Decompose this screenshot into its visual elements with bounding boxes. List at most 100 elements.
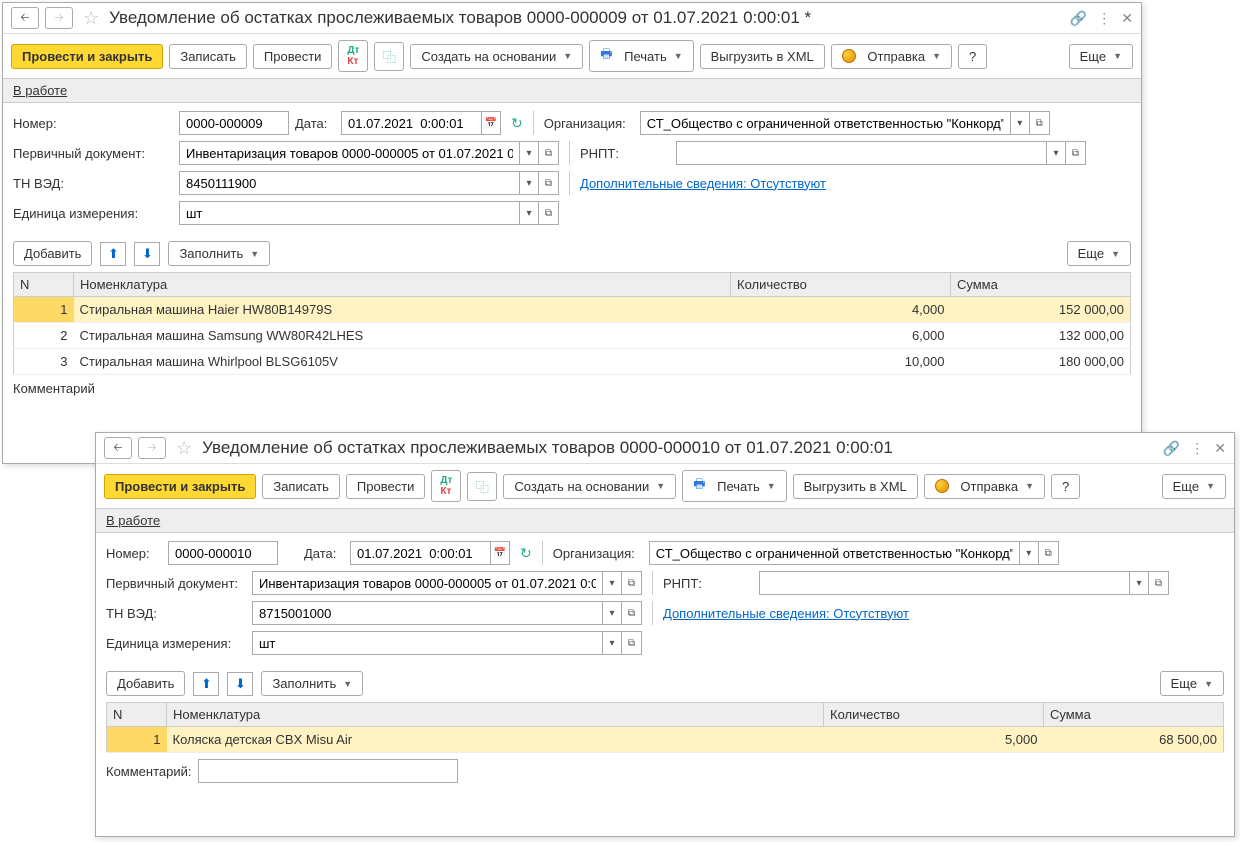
move-down-button[interactable]: ⬇ <box>134 242 160 266</box>
org-input[interactable] <box>649 541 1019 565</box>
move-up-button[interactable]: ⬆ <box>100 242 126 266</box>
dropdown-icon[interactable]: ▾ <box>602 631 622 655</box>
status-link[interactable]: В работе <box>106 513 160 528</box>
dropdown-icon[interactable]: ▾ <box>602 601 622 625</box>
dtkt-button[interactable]: ДтКт <box>338 40 368 72</box>
nav-forward-button[interactable]: 🡢 <box>138 437 166 459</box>
close-icon[interactable]: ✕ <box>1121 10 1133 27</box>
col-sum[interactable]: Сумма <box>1044 703 1224 727</box>
favorite-star-icon[interactable]: ☆ <box>176 438 192 459</box>
col-sum[interactable]: Сумма <box>951 273 1131 297</box>
move-down-button[interactable]: ⬇ <box>227 672 253 696</box>
open-icon[interactable]: ⧉ <box>1149 571 1169 595</box>
tnved-input[interactable] <box>252 601 602 625</box>
more-vert-icon[interactable]: ⋮ <box>1097 10 1111 27</box>
col-nomen[interactable]: Номенклатура <box>74 273 731 297</box>
create-on-base-button[interactable]: Создать на основании▼ <box>410 44 583 69</box>
dropdown-icon[interactable]: ▾ <box>1046 141 1066 165</box>
table-more-button[interactable]: Еще▼ <box>1067 241 1131 266</box>
move-up-button[interactable]: ⬆ <box>193 672 219 696</box>
table-row[interactable]: 1Стиральная машина Haier HW80B14979S4,00… <box>14 297 1131 323</box>
dropdown-icon[interactable]: ▾ <box>519 141 539 165</box>
dtkt-button[interactable]: ДтКт <box>431 470 461 502</box>
open-icon[interactable]: ⧉ <box>539 201 559 225</box>
open-icon[interactable]: ⧉ <box>1039 541 1059 565</box>
unit-input[interactable] <box>252 631 602 655</box>
extra-info-link[interactable]: Дополнительные сведения: Отсутствуют <box>580 176 826 191</box>
col-qty[interactable]: Количество <box>731 273 951 297</box>
post-button[interactable]: Провести <box>346 474 426 499</box>
open-icon[interactable]: ⧉ <box>1030 111 1050 135</box>
help-button[interactable]: ? <box>1051 474 1080 499</box>
open-icon[interactable]: ⧉ <box>622 601 642 625</box>
dropdown-icon[interactable]: ▾ <box>519 201 539 225</box>
dropdown-icon[interactable]: ▾ <box>1129 571 1149 595</box>
link-icon[interactable]: 🔗 <box>1163 440 1180 457</box>
dropdown-icon[interactable]: ▾ <box>602 571 622 595</box>
post-and-close-button[interactable]: Провести и закрыть <box>104 474 256 499</box>
send-button[interactable]: Отправка▼ <box>831 44 952 69</box>
create-on-base-button[interactable]: Создать на основании▼ <box>503 474 676 499</box>
dropdown-icon[interactable]: ▾ <box>519 171 539 195</box>
export-xml-button[interactable]: Выгрузить в XML <box>793 474 918 499</box>
unit-input[interactable] <box>179 201 519 225</box>
nav-forward-button[interactable]: 🡢 <box>45 7 73 29</box>
help-button[interactable]: ? <box>958 44 987 69</box>
more-button[interactable]: Еще▼ <box>1162 474 1226 499</box>
org-input[interactable] <box>640 111 1010 135</box>
nav-back-button[interactable]: 🡠 <box>104 437 132 459</box>
table-row[interactable]: 2Стиральная машина Samsung WW80R42LHES6,… <box>14 323 1131 349</box>
print-button[interactable]: 🖶 Печать▼ <box>682 470 786 502</box>
calendar-icon[interactable]: 📅 <box>481 111 501 135</box>
post-button[interactable]: Провести <box>253 44 333 69</box>
tnved-input[interactable] <box>179 171 519 195</box>
col-nomen[interactable]: Номенклатура <box>167 703 824 727</box>
rnpt-input[interactable] <box>676 141 1046 165</box>
status-link[interactable]: В работе <box>13 83 67 98</box>
date-input[interactable] <box>350 541 490 565</box>
fill-button[interactable]: Заполнить▼ <box>168 241 270 266</box>
fill-button[interactable]: Заполнить▼ <box>261 671 363 696</box>
col-qty[interactable]: Количество <box>824 703 1044 727</box>
basedoc-input[interactable] <box>179 141 519 165</box>
structure-button[interactable]: ⿻ <box>467 472 497 501</box>
number-input[interactable] <box>179 111 289 135</box>
date-action-icon[interactable]: ↻ <box>511 115 523 132</box>
post-and-close-button[interactable]: Провести и закрыть <box>11 44 163 69</box>
open-icon[interactable]: ⧉ <box>622 571 642 595</box>
open-icon[interactable]: ⧉ <box>1066 141 1086 165</box>
close-icon[interactable]: ✕ <box>1214 440 1226 457</box>
open-icon[interactable]: ⧉ <box>539 171 559 195</box>
print-button[interactable]: 🖶 Печать▼ <box>589 40 693 72</box>
rnpt-input[interactable] <box>759 571 1129 595</box>
write-button[interactable]: Записать <box>169 44 247 69</box>
items-table[interactable]: N Номенклатура Количество Сумма 1Стираль… <box>13 272 1131 375</box>
number-input[interactable] <box>168 541 278 565</box>
table-more-button[interactable]: Еще▼ <box>1160 671 1224 696</box>
more-vert-icon[interactable]: ⋮ <box>1190 440 1204 457</box>
col-n[interactable]: N <box>14 273 74 297</box>
open-icon[interactable]: ⧉ <box>622 631 642 655</box>
dropdown-icon[interactable]: ▾ <box>1010 111 1030 135</box>
write-button[interactable]: Записать <box>262 474 340 499</box>
link-icon[interactable]: 🔗 <box>1070 10 1087 27</box>
calendar-icon[interactable]: 📅 <box>490 541 510 565</box>
date-input[interactable] <box>341 111 481 135</box>
nav-back-button[interactable]: 🡠 <box>11 7 39 29</box>
add-row-button[interactable]: Добавить <box>106 671 185 696</box>
open-icon[interactable]: ⧉ <box>539 141 559 165</box>
basedoc-input[interactable] <box>252 571 602 595</box>
add-row-button[interactable]: Добавить <box>13 241 92 266</box>
export-xml-button[interactable]: Выгрузить в XML <box>700 44 825 69</box>
send-button[interactable]: Отправка▼ <box>924 474 1045 499</box>
favorite-star-icon[interactable]: ☆ <box>83 8 99 29</box>
extra-info-link[interactable]: Дополнительные сведения: Отсутствуют <box>663 606 909 621</box>
more-button[interactable]: Еще▼ <box>1069 44 1133 69</box>
dropdown-icon[interactable]: ▾ <box>1019 541 1039 565</box>
structure-button[interactable]: ⿻ <box>374 42 404 71</box>
date-action-icon[interactable]: ↻ <box>520 545 532 562</box>
table-row[interactable]: 1Коляска детская CBX Misu Air5,00068 500… <box>107 727 1224 753</box>
col-n[interactable]: N <box>107 703 167 727</box>
items-table[interactable]: N Номенклатура Количество Сумма 1Коляска… <box>106 702 1224 753</box>
comment-input[interactable] <box>198 759 458 783</box>
